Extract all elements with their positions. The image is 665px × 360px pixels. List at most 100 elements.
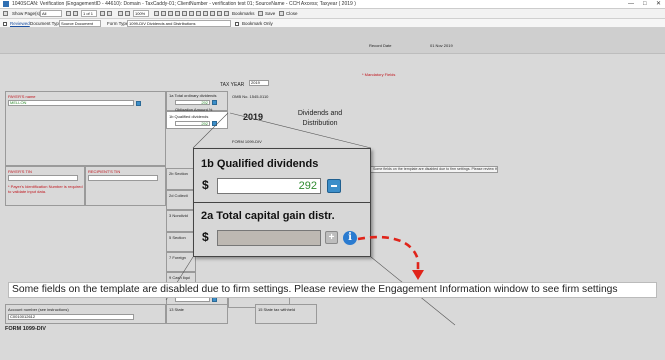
payer-lookup-icon[interactable] xyxy=(136,101,141,106)
record-date-label: Record Date xyxy=(369,43,392,48)
omb-label: OMB No. 1545-0110 xyxy=(232,94,269,99)
box-3-label: 3 Nondivid xyxy=(169,213,188,218)
bookmark-only-checkbox[interactable] xyxy=(235,20,240,27)
form-type-select[interactable]: 1099-DIV Dividends and Distributions xyxy=(127,20,231,27)
main-toolbar: Show Page(s) All 1 of 1 100% Bookmarks S… xyxy=(0,9,665,19)
app-icon xyxy=(3,1,9,7)
box-2d-label: 2d Collecti xyxy=(169,193,188,198)
box-1a-input[interactable]: 292 xyxy=(175,100,210,105)
rotate-left-icon[interactable] xyxy=(154,11,159,16)
show-pages-select[interactable]: All xyxy=(40,10,62,17)
box-1a-label: 1a Total ordinary dividends xyxy=(169,93,217,98)
checkbox-icon xyxy=(3,21,7,26)
highlight-icon[interactable] xyxy=(196,11,201,16)
bookmark-only-label: Bookmark Only xyxy=(242,21,273,26)
zoom-callout-panel: 1b Qualified dividends $ 292 2a Total ca… xyxy=(193,148,371,257)
checkbox-icon xyxy=(235,21,239,26)
form-name: FORM 1099-DIV xyxy=(232,139,262,144)
note-icon[interactable] xyxy=(210,11,215,16)
tax-year-label: TAX YEAR xyxy=(220,82,245,88)
info-icon[interactable]: i xyxy=(343,231,357,245)
box-1b-label: 1b Qualified dividends xyxy=(169,114,209,119)
prev-page-icon[interactable] xyxy=(73,11,78,16)
last-page-icon[interactable] xyxy=(107,11,112,16)
account-block: Account number (see instructions) C00100… xyxy=(5,304,166,324)
recipient-tin-input[interactable] xyxy=(88,175,158,181)
box-2a-zoom-input-disabled xyxy=(217,230,321,246)
maximize-button[interactable]: □ xyxy=(643,1,647,7)
box-1b-zoom-input[interactable]: 292 xyxy=(217,178,321,194)
close-button[interactable]: Close xyxy=(286,10,298,17)
box-9-label: 9 Cash liqui xyxy=(169,275,190,280)
mandatory-note: * Mandatory Fields xyxy=(362,72,396,77)
rotate-right-icon[interactable] xyxy=(161,11,166,16)
form-footer: FORM 1099-DIV xyxy=(5,326,46,332)
calculator-icon[interactable] xyxy=(327,179,341,193)
zoom-field[interactable]: 100% xyxy=(133,10,149,17)
payer-tin-note: * Payer's Identification Number is requi… xyxy=(8,184,83,194)
bookmarks-button[interactable]: Bookmarks xyxy=(232,10,255,17)
form-year: 2019 xyxy=(243,112,264,122)
print-icon[interactable] xyxy=(3,11,8,16)
form-title-line1: Dividends and xyxy=(297,110,343,117)
box-1b-dollar-sign: $ xyxy=(202,178,209,192)
reviewed-link[interactable]: Reviewed xyxy=(10,20,30,27)
tax-year-select[interactable]: 2019 xyxy=(249,80,269,86)
box-1a: 1a Total ordinary dividends 292 Obligati… xyxy=(166,91,228,112)
stamp-icon[interactable] xyxy=(203,11,208,16)
payer-tin-label: PAYER'S TIN xyxy=(8,169,32,174)
close-doc-icon[interactable] xyxy=(279,11,284,16)
box-5: 5 Section xyxy=(166,232,196,252)
box-2a-zoom-label: 2a Total capital gain distr. xyxy=(201,210,335,222)
box-1b-calc-icon[interactable] xyxy=(212,121,217,126)
save-icon[interactable] xyxy=(258,11,263,16)
disabled-fields-banner: Some fields on the template are disabled… xyxy=(8,282,657,298)
search-icon[interactable] xyxy=(217,11,222,16)
box-15-label: 15 State tax withheld xyxy=(258,307,296,312)
payer-name-label: PAYER'S name xyxy=(8,94,36,99)
record-date-value: 01 Nov 2019 xyxy=(430,43,453,48)
box-13: 13 State xyxy=(166,304,228,324)
show-pages-label: Show Page(s) xyxy=(12,11,41,16)
bookmark-add-icon[interactable] xyxy=(224,11,229,16)
box-1a-calc-icon[interactable] xyxy=(212,100,217,105)
hand-tool-icon[interactable] xyxy=(182,11,187,16)
box-2b-label: 2b Section xyxy=(169,171,188,176)
payer-name-input[interactable]: MELLON xyxy=(8,100,134,106)
disabled-fields-tooltip: Some fields on the template are disabled… xyxy=(370,166,498,173)
select-tool-icon[interactable] xyxy=(189,11,194,16)
account-input[interactable]: C0010012612 xyxy=(8,314,134,320)
plus-icon: + xyxy=(325,231,338,244)
box-1b-input[interactable]: 292 xyxy=(175,121,210,126)
document-type-select[interactable]: Source Document xyxy=(59,20,101,27)
fit-page-icon[interactable] xyxy=(168,11,173,16)
page-nav-field[interactable]: 1 of 1 xyxy=(81,10,97,17)
box-7: 7 Foreign xyxy=(166,252,196,272)
recipient-tin-block: RECIPIENT'S TIN xyxy=(85,166,166,206)
payer-tin-block: PAYER'S TIN * Payer's Identification Num… xyxy=(5,166,85,206)
reviewed-checkbox[interactable] xyxy=(3,20,8,27)
box-15: 15 State tax withheld xyxy=(255,304,317,324)
box-2b: 2b Section xyxy=(166,168,196,190)
title-bar: 1040SCAN: Verification (EngagementID - 4… xyxy=(0,0,665,9)
box-1b-zoom-section: 1b Qualified dividends $ 292 xyxy=(194,149,370,203)
recipient-tin-label: RECIPIENT'S TIN xyxy=(88,169,121,174)
document-toolbar: Reviewed Document Type: Source Document … xyxy=(0,19,665,28)
save-button[interactable]: Save xyxy=(265,10,275,17)
box-3: 3 Nondivid xyxy=(166,210,196,232)
minimize-button[interactable]: — xyxy=(628,1,634,7)
form-header-band: Record Date 01 Nov 2019 xyxy=(0,28,665,54)
payer-tin-input[interactable] xyxy=(8,175,78,181)
box-5-label: 5 Section xyxy=(169,235,186,240)
next-page-icon[interactable] xyxy=(100,11,105,16)
window-title: 1040SCAN: Verification (EngagementID - 4… xyxy=(12,1,356,7)
account-label: Account number (see instructions) xyxy=(8,307,69,312)
zoom-in-icon[interactable] xyxy=(125,11,130,16)
box-2a-zoom-section: 2a Total capital gain distr. $ + i xyxy=(194,204,370,256)
first-page-icon[interactable] xyxy=(66,11,71,16)
close-window-button[interactable]: ✕ xyxy=(656,1,661,7)
box-13-label: 13 State xyxy=(169,307,184,312)
zoom-out-icon[interactable] xyxy=(118,11,123,16)
box-2d: 2d Collecti xyxy=(166,190,196,210)
fit-width-icon[interactable] xyxy=(175,11,180,16)
